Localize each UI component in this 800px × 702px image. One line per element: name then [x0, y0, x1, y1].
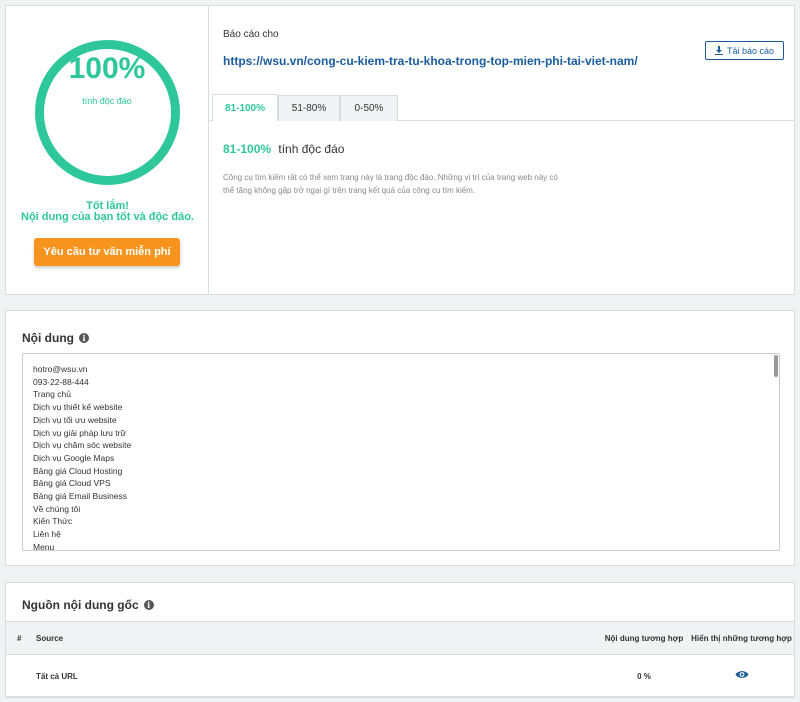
score-caption: tính độc đáo: [82, 96, 132, 106]
content-line: Liên hệ: [33, 529, 61, 540]
column-header-num: #: [17, 633, 22, 643]
verdict-text: Nội dung của bạn tốt và độc đáo.: [21, 211, 194, 223]
content-line: Bảng giá Cloud Hosting: [33, 465, 123, 476]
eye-icon[interactable]: [735, 670, 749, 679]
row-match: 0 %: [637, 671, 651, 681]
content-line: Về chúng tôi: [33, 503, 81, 514]
download-report-label: Tải báo cáo: [726, 45, 775, 56]
content-line: Bảng giá Email Business: [33, 491, 128, 502]
content-line: Dịch vụ Google Maps: [33, 452, 115, 463]
content-line: Dịch vụ thiết kế website: [33, 402, 123, 413]
tab-description: Công cụ tìm kiếm rất có thể xem trang nà…: [223, 173, 558, 195]
score-value: 100%: [68, 52, 146, 85]
download-icon: [714, 46, 723, 55]
content-line: hotro@wsu.vn: [33, 364, 88, 374]
content-line: Bảng giá Cloud VPS: [33, 478, 111, 489]
content-line: Dịch vụ tối ưu website: [33, 414, 117, 425]
sources-title-text: Nguồn nội dung gốc: [22, 598, 139, 612]
content-line: Dịch vụ giải pháp lưu trữ: [33, 427, 127, 438]
sources-table: # Source Nội dung tương hợp Hiển thị nhữ…: [6, 621, 794, 698]
report-url-link[interactable]: https://wsu.vn/cong-cu-kiem-tra-tu-khoa-…: [223, 54, 638, 68]
score-panel: 100% tính độc đáo Tốt lắm! Nội dung của …: [6, 6, 209, 294]
free-consult-button[interactable]: Yêu cầu tư vấn miễn phí: [34, 238, 180, 266]
row-num: [6, 655, 36, 698]
column-header-match: Nội dung tương hợp: [604, 633, 684, 643]
report-for-label: Báo cáo cho: [223, 29, 279, 40]
tab-0-50[interactable]: 0-50%: [340, 95, 398, 121]
report-panel: Báo cáo cho https://wsu.vn/cong-cu-kiem-…: [209, 6, 794, 294]
row-source: Tất cả URL: [36, 671, 78, 681]
tab-81-100[interactable]: 81-100%: [212, 94, 278, 121]
column-header-show: Hiển thị những tương hợp: [691, 633, 792, 643]
row-show: [689, 655, 794, 698]
content-title-text: Nội dung: [22, 331, 74, 345]
column-header-source: Source: [36, 633, 64, 643]
sources-card: Nguồn nội dung gốc i # Source Nội dung t…: [5, 582, 795, 698]
table-row: Tất cả URL 0 %: [6, 655, 794, 698]
tab-heading-range: 81-100%: [223, 142, 272, 156]
info-icon[interactable]: i: [78, 333, 89, 343]
content-section-title: Nội dung i: [22, 331, 89, 345]
content-line: Kiến Thức: [33, 516, 73, 527]
tab-heading-text: tính độc đáo: [278, 142, 345, 156]
report-summary-card: 100% tính độc đáo Tốt lắm! Nội dung của …: [5, 5, 795, 295]
tab-51-80[interactable]: 51-80%: [278, 95, 340, 121]
content-card: Nội dung i hotro@wsu.vn 093-22-88-444 Tr…: [5, 310, 795, 566]
content-scrollbar[interactable]: [774, 355, 778, 377]
tab-heading: 81-100% tính độc đáo: [223, 142, 344, 156]
content-line: 093-22-88-444: [33, 376, 89, 387]
content-line: Trang chủ: [33, 389, 71, 400]
content-line: Menu: [33, 541, 55, 551]
content-lines: hotro@wsu.vn 093-22-88-444 Trang chủ Dịc…: [33, 363, 769, 551]
content-line: Dịch vụ chăm sóc website: [33, 440, 132, 451]
info-icon[interactable]: i: [143, 600, 154, 610]
download-report-button[interactable]: Tải báo cáo: [705, 41, 784, 60]
table-header-row: # Source Nội dung tương hợp Hiển thị nhữ…: [6, 621, 794, 655]
content-textbox[interactable]: hotro@wsu.vn 093-22-88-444 Trang chủ Dịc…: [22, 353, 780, 551]
sources-section-title: Nguồn nội dung gốc i: [22, 598, 154, 612]
